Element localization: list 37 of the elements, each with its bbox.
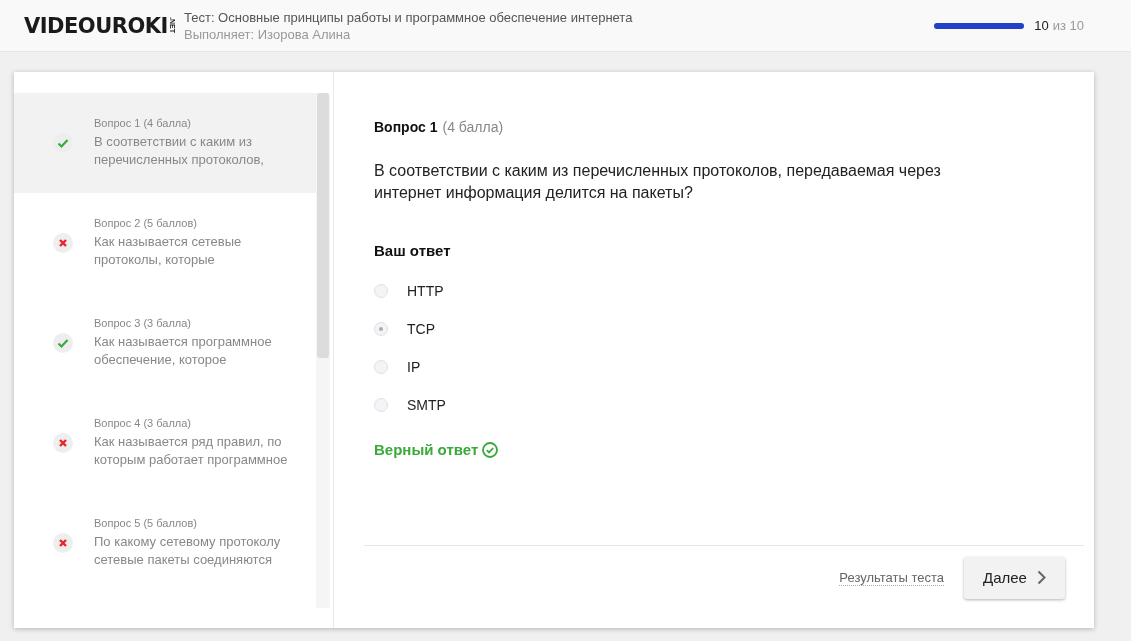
radio-button[interactable] — [374, 284, 388, 298]
question-list-item[interactable]: Вопрос 2 (5 баллов) Как называется сетевые протоколы, которые — [14, 193, 316, 293]
option-label[interactable]: TCP — [407, 321, 435, 337]
question-list-item[interactable]: Вопрос 5 (5 баллов) По какому сетевому протоколу сетевые пакеты соединяются — [14, 493, 316, 593]
performer-name: Выполняет: Изорова Алина — [184, 26, 352, 42]
question-list-item[interactable]: Вопрос 4 (3 балла) Как называется ряд правил, по которым работает программное — [14, 393, 316, 493]
question-title: Вопрос 2 (5 баллов) — [94, 217, 198, 229]
next-button[interactable]: Далее — [964, 556, 1065, 599]
question-title: Вопрос 5 (5 баллов) — [94, 517, 198, 529]
question-list-item[interactable]: Вопрос 1 (4 балла) В соответствии с каким из перечисленных протоколов, — [14, 93, 316, 193]
question-points: (4 балла) — [442, 119, 504, 135]
option-label[interactable]: IP — [407, 359, 421, 375]
logo-text: VIDEOUROKI — [24, 13, 168, 38]
results-link[interactable]: Результаты теста — [839, 569, 944, 586]
question-preview: Как называется ряд правил, по которым работает программное — [94, 433, 289, 469]
verdict-text: Верный ответ — [374, 441, 479, 458]
option-label[interactable]: SMTP — [407, 397, 446, 413]
question-preview: Как называется программное обеспечение, которое — [94, 333, 273, 369]
radio-button[interactable] — [374, 360, 388, 374]
question-number: Вопрос 1 — [374, 119, 438, 135]
scrollbar-thumb[interactable] — [317, 93, 329, 358]
question-list-item[interactable]: Вопрос 3 (3 балла) Как называется программное обеспечение, которое — [14, 293, 316, 393]
radio-button[interactable] — [374, 322, 388, 336]
question-title: Вопрос 1 (4 балла) — [94, 117, 192, 129]
radio-button[interactable] — [374, 398, 388, 412]
answer-heading: Ваш ответ — [374, 242, 452, 259]
question-preview: В соответствии с каким из перечисленных протоколов, — [94, 133, 265, 169]
question-title: Вопрос 4 (3 балла) — [94, 417, 192, 429]
option-label[interactable]: HTTP — [407, 283, 444, 299]
question-text: В соответствии с каким из перечисленных протоколов, передаваемая через интернет информация делится на пакеты? — [374, 161, 942, 203]
question-preview: Как называется сетевые протоколы, которые — [94, 233, 243, 269]
test-title: Тест: Основные принципы работы и программное обеспечение интернета — [184, 9, 634, 25]
question-preview: По какому сетевому протоколу сетевые пакеты соединяются — [94, 533, 282, 569]
chevron-right-icon — [1036, 570, 1046, 585]
progress-current: 10 — [1034, 18, 1049, 33]
progress-total: из 10 — [1052, 18, 1084, 33]
question-title: Вопрос 3 (3 балла) — [94, 317, 192, 329]
